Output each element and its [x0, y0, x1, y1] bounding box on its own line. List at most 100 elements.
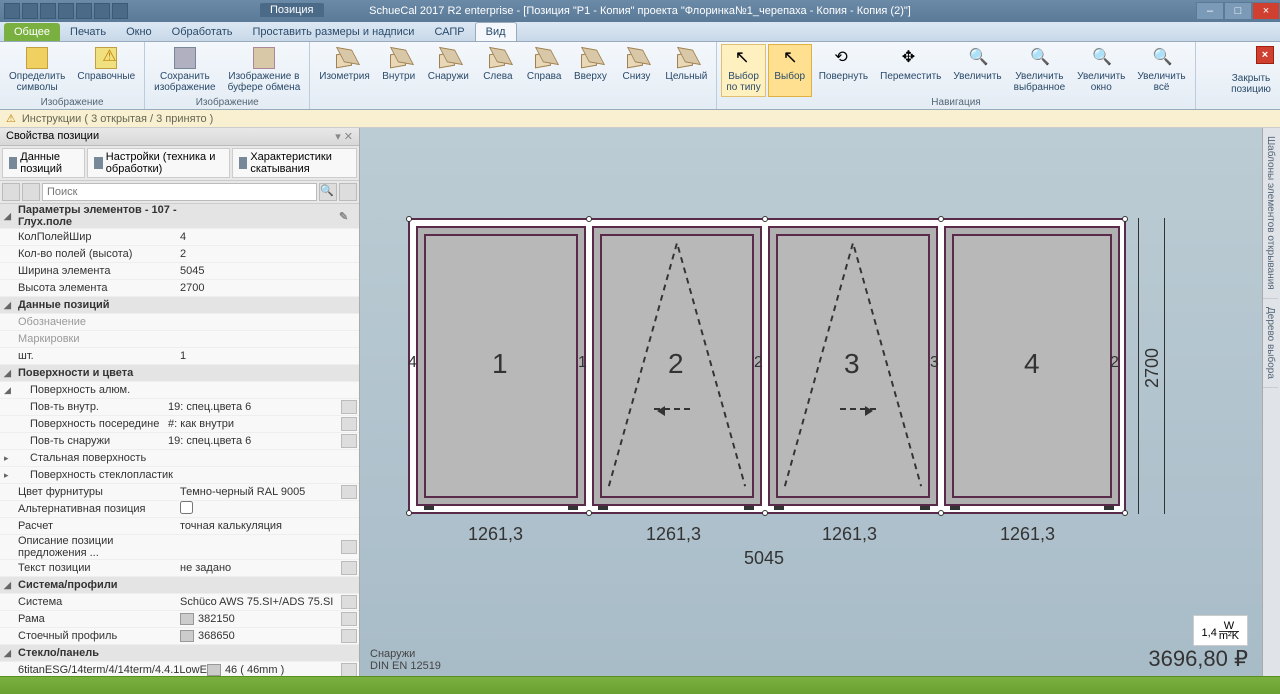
dropdown-button[interactable]: [341, 663, 357, 676]
qat-btn[interactable]: [22, 3, 38, 19]
chart-icon: [239, 157, 247, 169]
search-input[interactable]: [42, 183, 317, 201]
tab-print[interactable]: Печать: [60, 23, 116, 41]
dropdown-button[interactable]: [341, 561, 357, 575]
btn-bottom[interactable]: Снизу: [614, 44, 658, 97]
dropdown-button[interactable]: [341, 595, 357, 609]
btn-clipboard-image[interactable]: Изображение в буфере обмена: [223, 44, 306, 97]
edit-icon[interactable]: ✎: [339, 210, 355, 223]
btn-reference[interactable]: ⚠Справочные: [72, 44, 140, 97]
btn-zoom-window[interactable]: 🔍Увеличить окно: [1072, 44, 1130, 97]
tab-general[interactable]: Общее: [4, 23, 60, 41]
gear-icon: [94, 157, 102, 169]
tab-window[interactable]: Окно: [116, 23, 162, 41]
btn-zoom-all[interactable]: 🔍Увеличить всё: [1132, 44, 1190, 97]
zoom-icon: 🔍: [1090, 47, 1112, 69]
close-position-label: Закрыть позицию: [1224, 73, 1278, 95]
btn-select[interactable]: ↖Выбор: [768, 44, 812, 97]
qat-btn[interactable]: [94, 3, 110, 19]
search-button[interactable]: 🔍: [319, 183, 337, 201]
qat-btn[interactable]: [112, 3, 128, 19]
cube-icon: [487, 47, 509, 69]
altpos-checkbox[interactable]: [180, 501, 193, 514]
right-tabs: Шаблоны элементов открывания Дерево выбо…: [1262, 128, 1280, 676]
btn-zoom[interactable]: 🔍Увеличить: [948, 44, 1006, 97]
sort-button[interactable]: [22, 183, 40, 201]
tab-edit[interactable]: Обработать: [162, 23, 243, 41]
document-tab[interactable]: Позиция: [260, 3, 324, 17]
rtab-templates[interactable]: Шаблоны элементов открывания: [1263, 128, 1278, 299]
properties-panel: Свойства позиции▾ ✕ Данные позиций Настр…: [0, 128, 360, 676]
zoom-icon: 🔍: [967, 47, 989, 69]
warning-icon: ⚠: [6, 112, 16, 125]
btn-outside[interactable]: Снаружи: [423, 44, 474, 97]
qat-btn[interactable]: [40, 3, 56, 19]
btn-left[interactable]: Слева: [476, 44, 520, 97]
btn-define-symbols[interactable]: Определить символы: [4, 44, 70, 97]
u-value: 1,4Wm²K: [1193, 615, 1248, 646]
rotate-icon: ⟲: [832, 47, 854, 69]
close-position-button[interactable]: ×: [1256, 46, 1274, 64]
btn-whole[interactable]: Цельный: [660, 44, 712, 97]
dropdown-button[interactable]: [341, 434, 357, 448]
ribbon-tabs: Общее Печать Окно Обработать Проставить …: [0, 22, 1280, 42]
zoom-icon: 🔍: [1028, 47, 1050, 69]
cube-icon: [625, 47, 647, 69]
btn-zoom-selected[interactable]: 🔍Увеличить выбранное: [1009, 44, 1071, 97]
dropdown-button[interactable]: [341, 485, 357, 499]
cursor-icon: ↖: [779, 47, 801, 69]
panel-tab-settings[interactable]: Настройки (техника и обработки): [87, 148, 230, 178]
save-icon: [174, 47, 196, 69]
quick-access-toolbar: [0, 3, 128, 19]
cube-icon: [533, 47, 555, 69]
window-buttons: – □ ×: [1196, 2, 1280, 20]
view-info: Снаружи DIN EN 12519: [370, 648, 441, 672]
qat-btn[interactable]: [4, 3, 20, 19]
rtab-tree[interactable]: Дерево выбора: [1263, 299, 1278, 388]
btn-save-image[interactable]: Сохранить изображение: [149, 44, 220, 97]
cube-icon: [388, 47, 410, 69]
app-title: SchueCal 2017 R2 enterprise - [Позиция "…: [369, 5, 911, 17]
dropdown-button[interactable]: [341, 629, 357, 643]
qat-btn[interactable]: [58, 3, 74, 19]
status-bar: [0, 676, 1280, 694]
btn-rotate[interactable]: ⟲Повернуть: [814, 44, 873, 97]
properties-body[interactable]: ◢Параметры элементов - 107 - Глух.поле✎ …: [0, 204, 359, 676]
qat-btn[interactable]: [76, 3, 92, 19]
tab-cad[interactable]: САПР: [424, 23, 474, 41]
maximize-button[interactable]: □: [1224, 2, 1252, 20]
ribbon: Определить символы ⚠Справочные Изображен…: [0, 42, 1280, 110]
tab-view[interactable]: Вид: [475, 22, 517, 41]
btn-right[interactable]: Справа: [522, 44, 567, 97]
panel-title: Свойства позиции▾ ✕: [0, 128, 359, 146]
dropdown-button[interactable]: [341, 417, 357, 431]
titlebar: Позиция SchueCal 2017 R2 enterprise - [П…: [0, 0, 1280, 22]
panel-tab-data[interactable]: Данные позиций: [2, 148, 85, 178]
drawing-canvas[interactable]: 1 2 3 4 4 1 2 3 2: [360, 128, 1262, 676]
cube-icon: [675, 47, 697, 69]
cube-icon: [437, 47, 459, 69]
btn-isometry[interactable]: Изометрия: [314, 44, 374, 97]
filter-button[interactable]: [2, 183, 20, 201]
cube-icon: [334, 47, 356, 69]
doc-icon: [9, 157, 17, 169]
price: 3696,80 ₽: [1148, 646, 1248, 672]
expand-button[interactable]: [339, 183, 357, 201]
tab-dimensions[interactable]: Проставить размеры и надписи: [242, 23, 424, 41]
btn-inside[interactable]: Внутри: [377, 44, 421, 97]
minimize-button[interactable]: –: [1196, 2, 1224, 20]
dropdown-button[interactable]: [341, 612, 357, 626]
cursor-icon: ↖: [733, 47, 755, 69]
dropdown-button[interactable]: [341, 540, 357, 554]
btn-top[interactable]: Вверху: [568, 44, 612, 97]
close-button[interactable]: ×: [1252, 2, 1280, 20]
cube-icon: [579, 47, 601, 69]
dropdown-button[interactable]: [341, 400, 357, 414]
instruction-bar[interactable]: ⚠ Инструкции ( 3 открытая / 3 принято ): [0, 110, 1280, 128]
move-icon: ✥: [900, 47, 922, 69]
btn-move[interactable]: ✥Переместить: [875, 44, 946, 97]
zoom-icon: 🔍: [1151, 47, 1173, 69]
panel-tab-rolling[interactable]: Характеристики скатывания: [232, 148, 357, 178]
clipboard-icon: [253, 47, 275, 69]
btn-select-by-type[interactable]: ↖Выбор по типу: [721, 44, 765, 97]
